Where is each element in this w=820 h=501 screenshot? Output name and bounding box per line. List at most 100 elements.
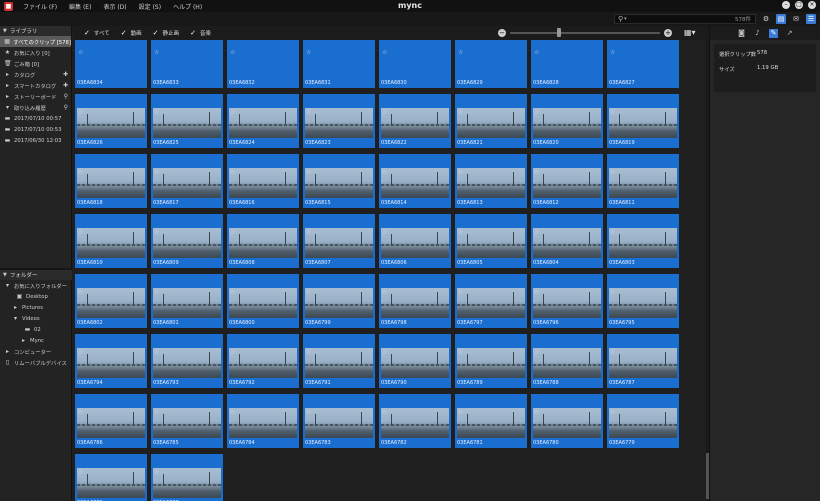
clip-tile[interactable]: ☆ 03EA6830 [379,40,451,88]
favorite-star-icon[interactable]: ☆ [458,49,463,56]
favorite-star-icon[interactable]: ☆ [78,229,83,236]
clip-tile[interactable]: ☆ 03EA6812 [531,154,603,208]
sidebar-item-catalog[interactable]: ▸ カタログ ✚ [0,69,71,80]
clip-tile[interactable]: ☆03EA6778 [75,454,147,501]
clip-tile[interactable]: ☆ 03EA6826 [75,94,147,148]
favorite-star-icon[interactable]: ☆ [382,289,387,296]
history-search-icon[interactable]: ⚲ [64,104,68,111]
clip-tile[interactable]: ☆ 03EA6810 [75,214,147,268]
history-item[interactable]: ▬ 2017/07/10 00:53 [0,124,71,135]
favorite-star-icon[interactable]: ☆ [610,289,615,296]
clip-tile[interactable]: ☆ 03EA6814 [379,154,451,208]
sidebar-item-all-clips[interactable]: ▦ すべてのクリップ [578] [0,36,71,47]
favorite-star-icon[interactable]: ☆ [534,349,539,356]
music-note-icon[interactable]: ♪ [753,29,762,38]
favorite-star-icon[interactable]: ☆ [382,109,387,116]
favorite-star-icon[interactable]: ☆ [458,109,463,116]
favorite-star-icon[interactable]: ☆ [78,49,83,56]
sidebar-item-favorites[interactable]: ★ お気に入り [0] [0,47,71,58]
clip-tile[interactable]: ☆ 03EA6825 [151,94,223,148]
gear-icon[interactable]: ⚙ [761,14,771,24]
clip-tile[interactable]: ☆ 03EA6802 [75,274,147,328]
favorite-star-icon[interactable]: ☆ [534,109,539,116]
clip-tile[interactable]: ☆ 03EA6819 [607,94,679,148]
folder-item-pictures[interactable]: ▸ Pictures [0,302,72,313]
minimize-icon[interactable]: – [782,1,790,9]
history-item[interactable]: ▬ 2017/07/10 00:57 [0,113,71,124]
favorite-star-icon[interactable]: ☆ [78,409,83,416]
clip-tile[interactable]: ☆ 03EA6794 [75,334,147,388]
favorite-star-icon[interactable]: ☆ [382,409,387,416]
clip-tile[interactable]: ☆ 03EA6796 [531,274,603,328]
clip-tile[interactable]: ☆ 03EA6832 [227,40,299,88]
storyboard-search-icon[interactable]: ⚲ [64,93,68,100]
favorite-star-icon[interactable]: ☆ [306,109,311,116]
favorite-star-icon[interactable]: ☆ [78,289,83,296]
favorite-star-icon[interactable]: ☆ [306,349,311,356]
clip-tile[interactable]: ☆03EA6777 [151,454,223,501]
clip-tile[interactable]: ☆ 03EA6793 [151,334,223,388]
sidebar-item-smart-catalog[interactable]: ▸ スマートカタログ ✚ [0,80,71,91]
filter-audio-checkbox[interactable]: ✓ 音楽 [190,29,211,37]
close-icon[interactable]: × [808,1,816,9]
mail-icon[interactable]: ✉ [791,14,801,24]
grid-view-icon[interactable]: ▦▾ [684,28,696,37]
clip-tile[interactable]: ☆ 03EA6822 [379,94,451,148]
clip-tile[interactable]: ☆ 03EA6828 [531,40,603,88]
zoom-slider-handle[interactable] [557,28,561,37]
clip-tile[interactable]: ☆ 03EA6779 [607,394,679,448]
favorite-star-icon[interactable]: ☆ [534,229,539,236]
camera-icon[interactable]: ◙ [737,29,746,38]
folder-item-02[interactable]: ▬ 02 [0,324,72,335]
favorite-star-icon[interactable]: ☆ [458,409,463,416]
add-smart-catalog-icon[interactable]: ✚ [63,82,68,89]
favorite-star-icon[interactable]: ☆ [78,349,83,356]
favorite-star-icon[interactable]: ☆ [382,349,387,356]
info-tab-icon[interactable]: ✎ [769,28,778,38]
clip-tile[interactable]: ☆ 03EA6813 [455,154,527,208]
favorite-star-icon[interactable]: ☆ [230,289,235,296]
favorite-star-icon[interactable]: ☆ [610,349,615,356]
favorite-star-icon[interactable]: ☆ [306,409,311,416]
maximize-icon[interactable]: □ [795,1,803,9]
menu-file[interactable]: ファイル (F) [23,2,57,11]
folder-item-videos[interactable]: ▾ Videos [0,313,72,324]
favorite-star-icon[interactable]: ☆ [306,169,311,176]
clip-tile[interactable]: ☆ 03EA6786 [75,394,147,448]
favorite-star-icon[interactable]: ☆ [458,229,463,236]
favorite-star-icon[interactable]: ☆ [230,409,235,416]
clip-tile[interactable]: ☆ 03EA6795 [607,274,679,328]
clip-tile[interactable]: ☆ 03EA6809 [151,214,223,268]
favorite-star-icon[interactable]: ☆ [534,409,539,416]
favorite-star-icon[interactable]: ☆ [154,409,159,416]
clip-tile[interactable]: ☆ 03EA6829 [455,40,527,88]
favorite-star-icon[interactable]: ☆ [230,229,235,236]
favorite-star-icon[interactable]: ☆ [230,349,235,356]
clip-tile[interactable]: ☆ 03EA6801 [151,274,223,328]
folder-item-removable[interactable]: ▯ リムーバブルデバイス [0,357,72,368]
clip-tile[interactable]: ☆ 03EA6784 [227,394,299,448]
search-input[interactable]: ⚲ ▾ 578件 [614,14,756,24]
list-view-icon[interactable]: ☰ [806,14,816,24]
favorite-star-icon[interactable]: ☆ [458,289,463,296]
favorite-star-icon[interactable]: ☆ [230,169,235,176]
sidebar-item-storyboard[interactable]: ▸ ストーリーボード ⚲ [0,91,71,102]
favorite-star-icon[interactable]: ☆ [154,169,159,176]
zoom-in-icon[interactable]: + [664,29,672,37]
folder-item-computer[interactable]: ▸ コンピューター [0,346,72,357]
favorite-star-icon[interactable]: ☆ [306,229,311,236]
clip-tile[interactable]: ☆ 03EA6824 [227,94,299,148]
favorite-star-icon[interactable]: ☆ [610,169,615,176]
clip-tile[interactable]: ☆ 03EA6787 [607,334,679,388]
filter-all-checkbox[interactable]: ✓ すべて [84,29,110,37]
clip-tile[interactable]: ☆ 03EA6827 [607,40,679,88]
menu-edit[interactable]: 編集 (E) [69,2,91,11]
clip-tile[interactable]: ☆ 03EA6821 [455,94,527,148]
clip-tile[interactable]: ☆ 03EA6789 [455,334,527,388]
zoom-out-icon[interactable]: − [498,29,506,37]
folder-header[interactable]: ▼ フォルダー [0,270,72,280]
clip-tile[interactable]: ☆ 03EA6823 [303,94,375,148]
favorite-star-icon[interactable]: ☆ [458,349,463,356]
favorite-star-icon[interactable]: ☆ [458,169,463,176]
favorite-star-icon[interactable]: ☆ [610,109,615,116]
